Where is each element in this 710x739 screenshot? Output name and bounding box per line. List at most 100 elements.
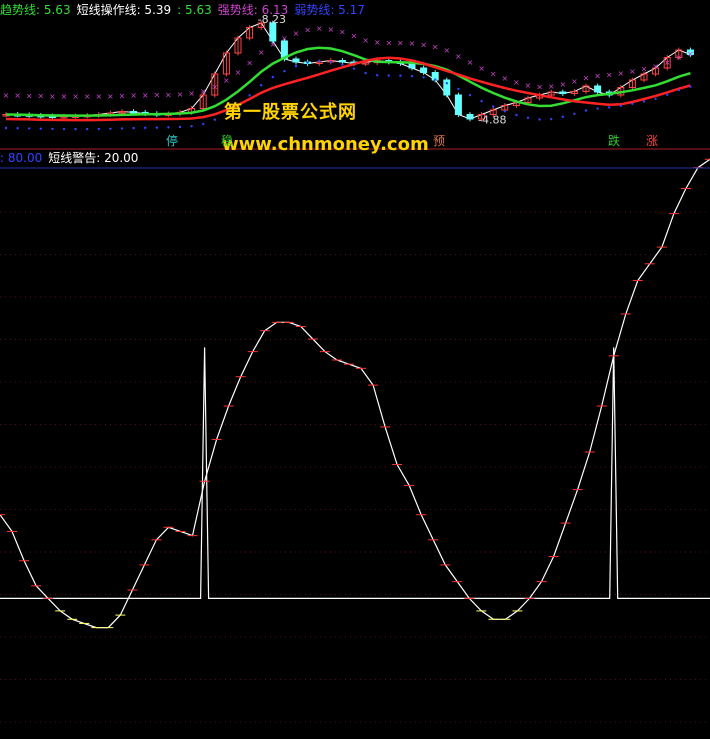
weak-band-dot [306, 61, 309, 64]
price-legend: 趋势线: 5.63 短线操作线: 5.39: 5.63 强势线: 6.13 弱势线: … [0, 2, 371, 18]
weak-band-dot [132, 126, 135, 130]
strong-band-mark: × [501, 74, 508, 83]
strong-band-mark: × [675, 53, 682, 62]
strong-band-mark: × [130, 91, 137, 100]
strong-band-mark: × [304, 26, 311, 35]
strong-band-mark: × [664, 58, 671, 67]
weak-band-dot [120, 127, 124, 130]
strong-band-mark: × [652, 62, 659, 71]
strong-band-mark: × [339, 28, 346, 37]
strong-band-mark: × [536, 83, 543, 92]
weak-band-dot [457, 87, 460, 91]
weak-band-dot [526, 116, 530, 120]
weak-band-dot [260, 84, 263, 87]
weak-band-dot [561, 115, 564, 119]
signal-label: 跌 [608, 134, 621, 148]
candle-body [292, 58, 300, 63]
signal-label: 停 [166, 134, 179, 148]
strong-band-mark: × [467, 58, 474, 67]
weak-band-dot [364, 71, 367, 75]
weak-band-dot [109, 127, 112, 130]
strong-band-mark: × [188, 89, 195, 98]
signal-label: 预 [433, 134, 446, 148]
weak-band-dot [642, 100, 646, 103]
weak-band-dot [271, 75, 274, 79]
weak-band-dot [51, 127, 54, 131]
strong-band-mark: × [513, 78, 520, 87]
weak-band-dot [480, 99, 483, 103]
strong-band-mark: × [3, 91, 10, 100]
weak-band-dot [39, 127, 42, 130]
strong-band-mark: × [455, 52, 462, 61]
strong-band-mark: × [525, 81, 532, 90]
strong-band-mark: × [37, 92, 44, 101]
weak-band-dot [584, 109, 588, 112]
strong-band-mark: × [177, 90, 184, 99]
strong-band-mark: × [293, 29, 300, 38]
candle-body [454, 94, 462, 115]
weak-band-dot [294, 64, 298, 68]
weak-band-dot [619, 104, 622, 107]
strong-band-mark: × [548, 82, 555, 91]
weak-band-dot [515, 113, 518, 117]
candle-body [338, 60, 346, 63]
strong-band-mark: × [490, 70, 497, 79]
signal-line [0, 347, 710, 599]
strong-band-mark: × [374, 38, 381, 47]
strong-band-mark: × [119, 91, 126, 100]
strong-band-mark: × [351, 32, 358, 41]
weak-band-dot [16, 126, 19, 130]
strong-band-mark: × [687, 50, 694, 59]
weak-band-dot [503, 109, 506, 113]
weak-band-dot [399, 74, 402, 77]
strong-band-mark: × [95, 92, 102, 101]
strong-band-mark: × [397, 39, 404, 48]
watermark-title: 第一股票公式网 [224, 102, 357, 123]
strong-band-mark: × [571, 77, 578, 86]
weak-band-dot [86, 127, 89, 131]
strong-band-mark: × [629, 67, 636, 76]
price-legend-item: : 5.63 [177, 3, 212, 17]
weak-band-dot [213, 118, 216, 121]
weak-band-dot [596, 107, 599, 110]
strong-band-mark: × [153, 91, 160, 100]
weak-band-dot [376, 74, 379, 77]
weak-band-dot [445, 82, 448, 85]
strong-band-mark: × [478, 64, 485, 73]
weak-band-dot [492, 105, 495, 108]
weak-band-dot [155, 126, 158, 129]
strong-band-mark: × [409, 39, 416, 48]
oscillator-line [0, 158, 710, 629]
strong-band-mark: × [617, 69, 624, 78]
candle-body [408, 63, 416, 69]
price-annotation: -4.88 [478, 114, 506, 127]
weak-band-dot [190, 125, 193, 128]
strong-band-mark: × [258, 48, 265, 57]
weak-band-dot [318, 59, 321, 63]
weak-band-dot [28, 127, 31, 130]
weak-band-dot [677, 88, 680, 92]
price-legend-item: 弱势线: 5.17 [294, 3, 365, 17]
strong-band-mark: × [165, 90, 172, 99]
weak-band-dot [341, 63, 344, 66]
weak-band-dot [666, 93, 669, 96]
candle-body [130, 111, 138, 114]
strong-band-mark: × [61, 92, 68, 101]
weak-band-dot [62, 127, 66, 131]
strong-band-mark: × [72, 92, 79, 101]
weak-band-dot [283, 69, 286, 73]
candle-body [420, 67, 428, 73]
weak-band-dot [550, 117, 553, 121]
weak-band-dot [631, 102, 634, 105]
weak-band-dot [178, 125, 182, 129]
weak-band-dot [202, 122, 205, 126]
strong-band-mark: × [443, 46, 450, 55]
price-legend-item: 短线操作线: 5.39 [76, 3, 172, 17]
price-legend-item: 强势线: 6.13 [217, 3, 289, 17]
strong-band-mark: × [281, 34, 288, 43]
indicator-panel [0, 158, 710, 723]
strong-band-mark: × [223, 76, 230, 85]
weak-band-dot [352, 67, 356, 70]
strong-band-mark: × [327, 25, 334, 34]
strong-band-mark: × [641, 64, 648, 73]
